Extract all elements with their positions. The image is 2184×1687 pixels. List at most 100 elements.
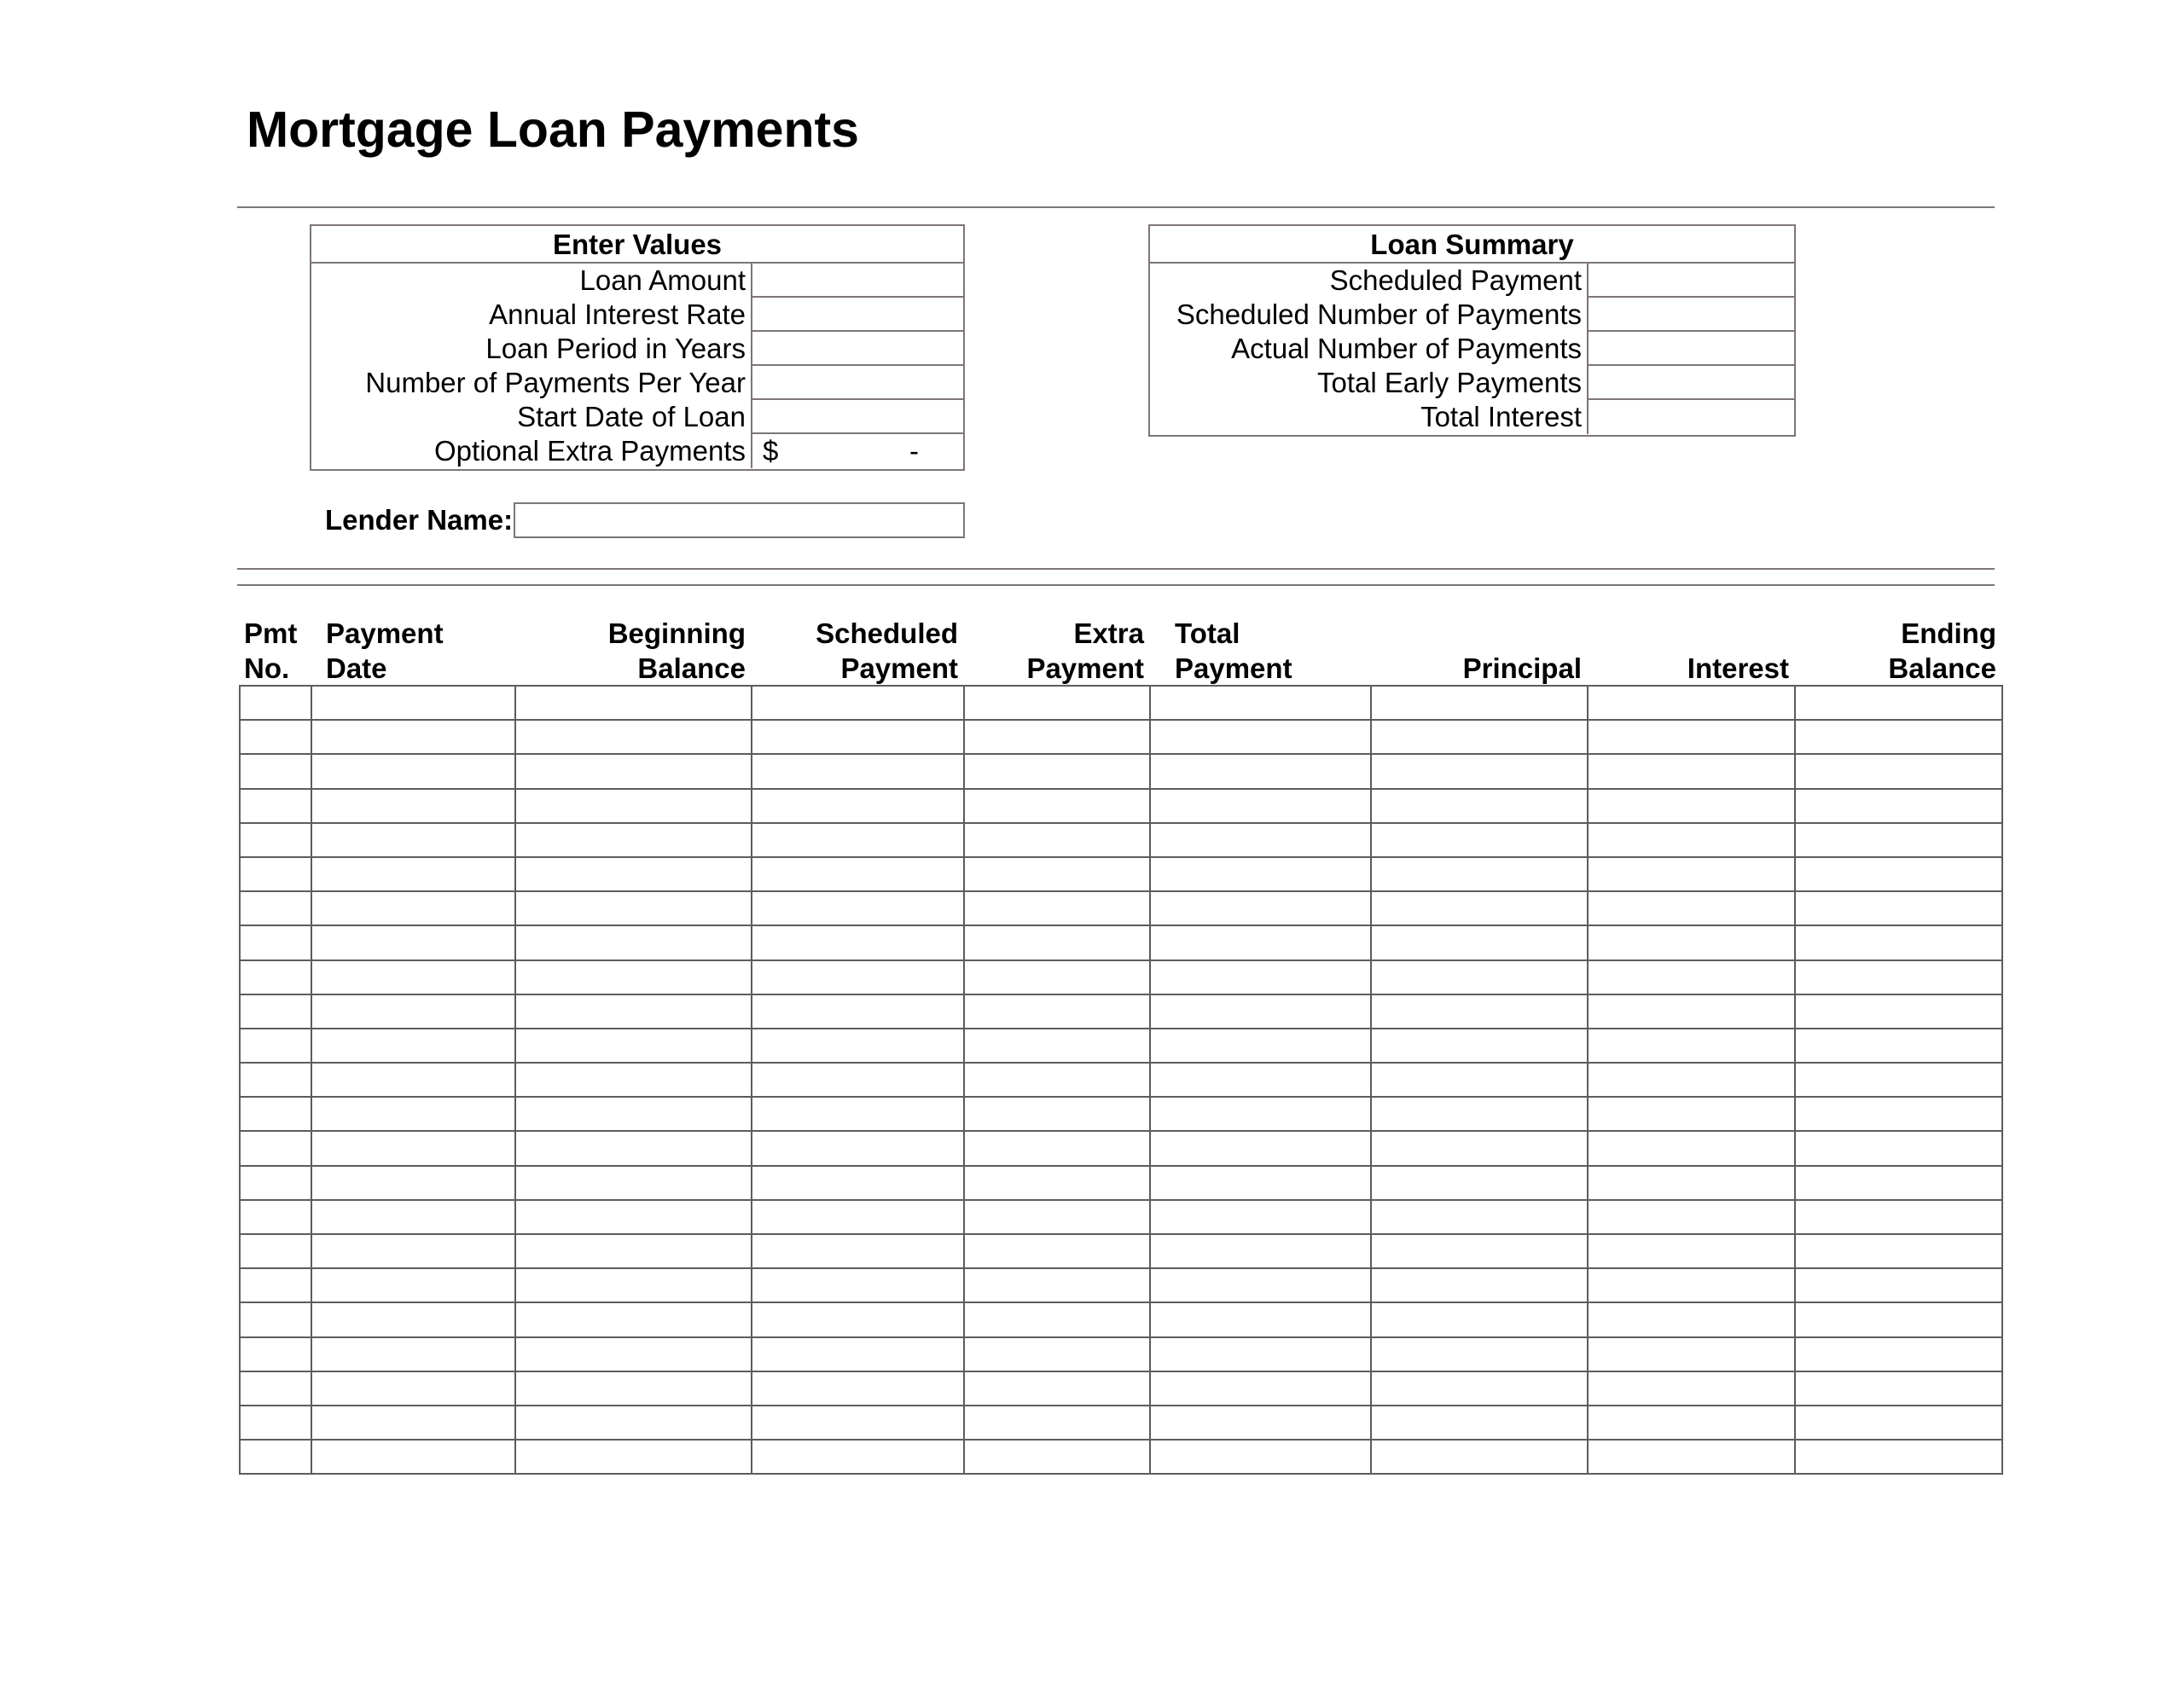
cell-pmt-no[interactable] bbox=[239, 1336, 312, 1372]
cell-payment-date[interactable] bbox=[311, 1232, 516, 1270]
cell-interest[interactable] bbox=[1587, 1164, 1796, 1201]
cell-pmt-no[interactable] bbox=[239, 959, 312, 995]
cell-ending-balance[interactable] bbox=[1794, 925, 2003, 961]
cell-principal[interactable] bbox=[1370, 1062, 1589, 1099]
cell-scheduled-payment[interactable] bbox=[751, 1301, 965, 1338]
cell-payment-date[interactable] bbox=[311, 719, 516, 756]
cell-interest[interactable] bbox=[1587, 1096, 1796, 1133]
loan-period-input[interactable] bbox=[751, 332, 963, 366]
cell-scheduled-payment[interactable] bbox=[751, 1370, 965, 1406]
cell-pmt-no[interactable] bbox=[239, 855, 312, 893]
payments-per-year-input[interactable] bbox=[751, 366, 963, 400]
cell-extra-payment[interactable] bbox=[963, 1370, 1151, 1406]
cell-beginning-balance[interactable] bbox=[514, 1062, 752, 1099]
cell-payment-date[interactable] bbox=[311, 993, 516, 1029]
cell-total-payment[interactable] bbox=[1149, 1404, 1372, 1441]
cell-payment-date[interactable] bbox=[311, 787, 516, 824]
cell-scheduled-payment[interactable] bbox=[751, 1336, 965, 1372]
cell-total-payment[interactable] bbox=[1149, 959, 1372, 995]
cell-ending-balance[interactable] bbox=[1794, 719, 2003, 756]
cell-total-payment[interactable] bbox=[1149, 1267, 1372, 1304]
cell-pmt-no[interactable] bbox=[239, 993, 312, 1029]
cell-scheduled-payment[interactable] bbox=[751, 1404, 965, 1441]
cell-ending-balance[interactable] bbox=[1794, 787, 2003, 824]
cell-extra-payment[interactable] bbox=[963, 925, 1151, 961]
cell-payment-date[interactable] bbox=[311, 1130, 516, 1167]
loan-amount-input[interactable] bbox=[751, 264, 963, 298]
cell-payment-date[interactable] bbox=[311, 959, 516, 995]
cell-pmt-no[interactable] bbox=[239, 787, 312, 824]
lender-name-input[interactable] bbox=[514, 502, 965, 538]
cell-interest[interactable] bbox=[1587, 719, 1796, 756]
cell-interest[interactable] bbox=[1587, 1027, 1796, 1064]
cell-scheduled-payment[interactable] bbox=[751, 993, 965, 1029]
cell-scheduled-payment[interactable] bbox=[751, 925, 965, 961]
cell-scheduled-payment[interactable] bbox=[751, 719, 965, 756]
cell-total-payment[interactable] bbox=[1149, 1370, 1372, 1406]
cell-interest[interactable] bbox=[1587, 993, 1796, 1029]
cell-ending-balance[interactable] bbox=[1794, 753, 2003, 790]
cell-ending-balance[interactable] bbox=[1794, 890, 2003, 927]
cell-pmt-no[interactable] bbox=[239, 1404, 312, 1441]
cell-beginning-balance[interactable] bbox=[514, 787, 752, 824]
cell-pmt-no[interactable] bbox=[239, 1198, 312, 1236]
cell-beginning-balance[interactable] bbox=[514, 1198, 752, 1236]
cell-scheduled-payment[interactable] bbox=[751, 1164, 965, 1201]
cell-extra-payment[interactable] bbox=[963, 993, 1151, 1029]
cell-interest[interactable] bbox=[1587, 1439, 1796, 1475]
cell-ending-balance[interactable] bbox=[1794, 1301, 2003, 1338]
cell-extra-payment[interactable] bbox=[963, 959, 1151, 995]
cell-beginning-balance[interactable] bbox=[514, 925, 752, 961]
cell-scheduled-payment[interactable] bbox=[751, 855, 965, 893]
cell-beginning-balance[interactable] bbox=[514, 1439, 752, 1475]
cell-principal[interactable] bbox=[1370, 993, 1589, 1029]
cell-scheduled-payment[interactable] bbox=[751, 821, 965, 858]
cell-interest[interactable] bbox=[1587, 821, 1796, 858]
cell-payment-date[interactable] bbox=[311, 1027, 516, 1064]
cell-total-payment[interactable] bbox=[1149, 890, 1372, 927]
cell-ending-balance[interactable] bbox=[1794, 684, 2003, 722]
cell-principal[interactable] bbox=[1370, 1267, 1589, 1304]
cell-scheduled-payment[interactable] bbox=[751, 684, 965, 722]
cell-interest[interactable] bbox=[1587, 1232, 1796, 1270]
cell-total-payment[interactable] bbox=[1149, 925, 1372, 961]
cell-extra-payment[interactable] bbox=[963, 1439, 1151, 1475]
cell-payment-date[interactable] bbox=[311, 890, 516, 927]
cell-beginning-balance[interactable] bbox=[514, 1336, 752, 1372]
cell-pmt-no[interactable] bbox=[239, 1130, 312, 1167]
cell-ending-balance[interactable] bbox=[1794, 1198, 2003, 1236]
cell-beginning-balance[interactable] bbox=[514, 1164, 752, 1201]
cell-total-payment[interactable] bbox=[1149, 1130, 1372, 1167]
cell-total-payment[interactable] bbox=[1149, 1164, 1372, 1201]
cell-ending-balance[interactable] bbox=[1794, 1062, 2003, 1099]
cell-ending-balance[interactable] bbox=[1794, 821, 2003, 858]
cell-extra-payment[interactable] bbox=[963, 753, 1151, 790]
cell-principal[interactable] bbox=[1370, 890, 1589, 927]
cell-total-payment[interactable] bbox=[1149, 787, 1372, 824]
cell-beginning-balance[interactable] bbox=[514, 719, 752, 756]
cell-pmt-no[interactable] bbox=[239, 821, 312, 858]
cell-beginning-balance[interactable] bbox=[514, 1370, 752, 1406]
cell-ending-balance[interactable] bbox=[1794, 1267, 2003, 1304]
cell-extra-payment[interactable] bbox=[963, 1232, 1151, 1270]
cell-pmt-no[interactable] bbox=[239, 1164, 312, 1201]
cell-beginning-balance[interactable] bbox=[514, 1267, 752, 1304]
cell-principal[interactable] bbox=[1370, 1439, 1589, 1475]
cell-ending-balance[interactable] bbox=[1794, 1439, 2003, 1475]
cell-interest[interactable] bbox=[1587, 1062, 1796, 1099]
cell-extra-payment[interactable] bbox=[963, 1164, 1151, 1201]
cell-ending-balance[interactable] bbox=[1794, 1404, 2003, 1441]
cell-interest[interactable] bbox=[1587, 753, 1796, 790]
cell-interest[interactable] bbox=[1587, 1267, 1796, 1304]
cell-principal[interactable] bbox=[1370, 1301, 1589, 1338]
cell-scheduled-payment[interactable] bbox=[751, 1198, 965, 1236]
cell-total-payment[interactable] bbox=[1149, 821, 1372, 858]
cell-total-payment[interactable] bbox=[1149, 753, 1372, 790]
cell-total-payment[interactable] bbox=[1149, 1232, 1372, 1270]
cell-payment-date[interactable] bbox=[311, 1096, 516, 1133]
cell-ending-balance[interactable] bbox=[1794, 1130, 2003, 1167]
cell-beginning-balance[interactable] bbox=[514, 753, 752, 790]
cell-extra-payment[interactable] bbox=[963, 1404, 1151, 1441]
extra-payments-input[interactable]: $ - bbox=[751, 434, 963, 468]
cell-pmt-no[interactable] bbox=[239, 684, 312, 722]
